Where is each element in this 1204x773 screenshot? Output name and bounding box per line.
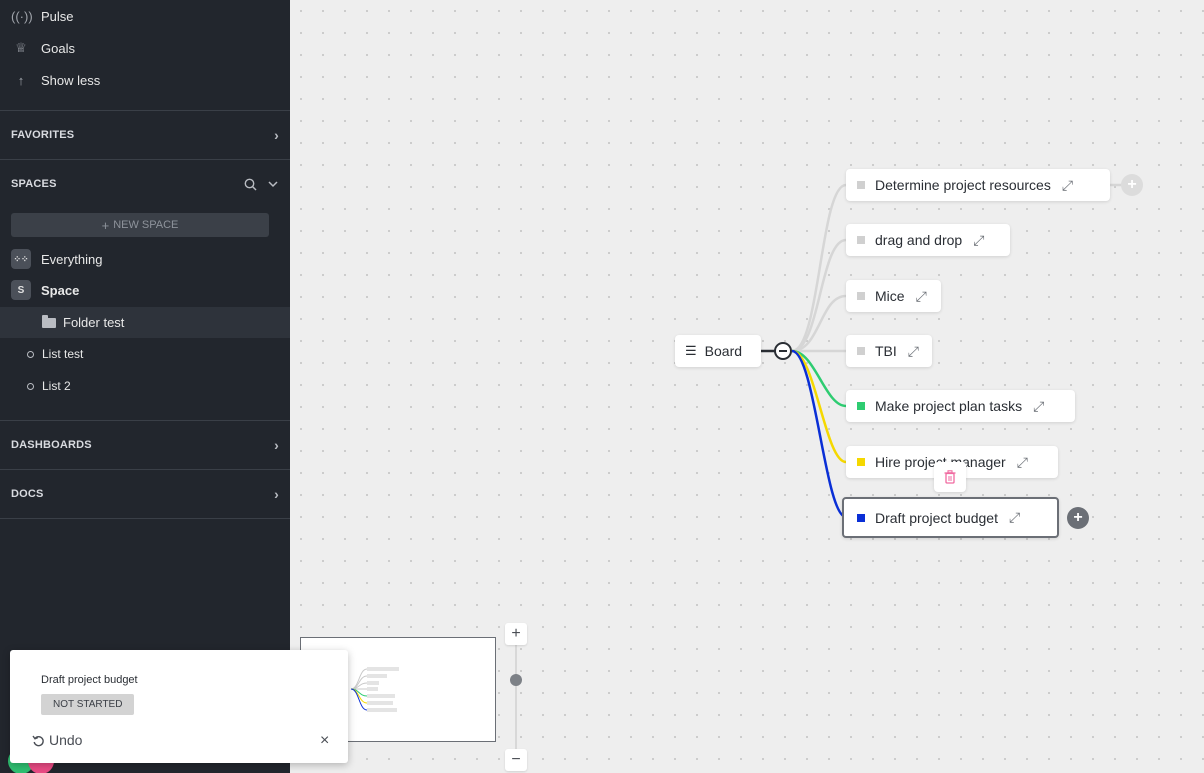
status-square bbox=[857, 292, 865, 300]
node-label: Make project plan tasks bbox=[875, 398, 1023, 414]
expand-icon[interactable]: ⤢ bbox=[1009, 509, 1020, 526]
zoom-slider-handle[interactable] bbox=[510, 674, 522, 686]
trash-icon bbox=[944, 470, 956, 484]
toast-task-name: Draft project budget bbox=[41, 674, 138, 686]
status-square bbox=[857, 236, 865, 244]
node-label: TBI bbox=[875, 343, 897, 359]
undo-toast: Draft project budget NOT STARTED Undo × bbox=[10, 650, 348, 763]
status-square bbox=[857, 402, 865, 410]
add-child-button[interactable]: + bbox=[1067, 507, 1089, 529]
board-root-node[interactable]: ☰ Board bbox=[675, 335, 761, 367]
mindmap-node[interactable]: Make project plan tasks ⤢ bbox=[846, 390, 1075, 422]
add-child-button[interactable]: + bbox=[1121, 174, 1143, 196]
delete-button[interactable] bbox=[934, 462, 966, 492]
undo-button[interactable]: Undo bbox=[32, 732, 82, 748]
zoom-slider-track[interactable] bbox=[515, 645, 517, 750]
status-square bbox=[857, 513, 865, 522]
list-icon: ☰ bbox=[685, 343, 697, 358]
status-square bbox=[857, 347, 865, 355]
link bbox=[791, 349, 847, 464]
node-label: drag and drop bbox=[875, 232, 963, 248]
mindmap-node[interactable]: drag and drop ⤢ bbox=[846, 224, 1010, 256]
expand-icon[interactable]: ⤢ bbox=[1017, 454, 1028, 471]
mindmap-node[interactable]: Mice ⤢ bbox=[846, 280, 941, 312]
status-square bbox=[857, 181, 865, 189]
expand-icon[interactable]: ⤢ bbox=[916, 288, 927, 305]
collapse-button[interactable] bbox=[774, 342, 792, 360]
node-label: Determine project resources bbox=[875, 177, 1051, 193]
zoom-out-button[interactable]: − bbox=[505, 749, 527, 771]
expand-icon[interactable]: ⤢ bbox=[1033, 398, 1044, 415]
expand-icon[interactable]: ⤢ bbox=[973, 232, 984, 249]
node-label: Draft project budget bbox=[875, 509, 998, 526]
status-badge: NOT STARTED bbox=[41, 694, 135, 715]
status-square bbox=[857, 458, 865, 466]
mindmap-node[interactable]: Determine project resources ⤢ bbox=[846, 169, 1110, 201]
mindmap-node[interactable]: TBI ⤢ bbox=[846, 335, 932, 367]
link bbox=[791, 294, 847, 353]
zoom-in-button[interactable]: + bbox=[505, 623, 527, 645]
expand-icon[interactable]: ⤢ bbox=[1062, 177, 1073, 194]
root-label: Board bbox=[704, 343, 743, 359]
close-icon[interactable]: × bbox=[320, 732, 329, 750]
expand-icon[interactable]: ⤢ bbox=[908, 343, 919, 360]
undo-label: Undo bbox=[49, 732, 83, 748]
node-label: Mice bbox=[875, 288, 905, 304]
mindmap-node-selected[interactable]: Draft project budget ⤢ bbox=[842, 497, 1059, 538]
undo-icon bbox=[32, 735, 44, 746]
link bbox=[791, 238, 847, 353]
